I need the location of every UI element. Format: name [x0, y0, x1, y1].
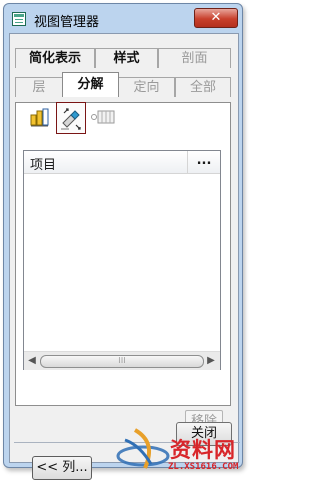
grip-icon: ⁝⁝⁝	[118, 356, 126, 365]
app-icon	[12, 12, 26, 26]
items-list[interactable]: 项目 ... ◀ ⁝⁝⁝ ▶	[23, 150, 221, 370]
list-column-header[interactable]: 项目 ...	[24, 151, 220, 174]
title-bar[interactable]: 视图管理器 ✕	[4, 4, 242, 34]
window-title: 视图管理器	[34, 15, 100, 30]
watermark-logo-icon	[115, 420, 171, 476]
tab-layer[interactable]: 层	[15, 77, 63, 97]
column-header-items[interactable]: 项目	[30, 154, 56, 173]
tab-orientation[interactable]: 定向	[118, 77, 175, 97]
explode-state-icon[interactable]	[28, 106, 50, 128]
scrollbar-thumb[interactable]: ⁝⁝⁝	[40, 355, 204, 368]
column-divider	[187, 151, 188, 173]
tab-section[interactable]: 剖面	[158, 48, 231, 68]
tab-all[interactable]: 全部	[175, 77, 231, 97]
columns-button[interactable]: << 列...	[32, 456, 92, 480]
toggle-status-icon[interactable]	[90, 108, 116, 130]
scroll-right-icon[interactable]: ▶	[204, 355, 218, 367]
window-close-button[interactable]: ✕	[194, 8, 238, 28]
view-manager-window: 视图管理器 ✕ 简化表示 样式 剖面 层 定向 全部 分解 项目 ... ◀ ⁝…	[3, 3, 243, 480]
window-client-area: 简化表示 样式 剖面 层 定向 全部 分解 项目 ... ◀ ⁝⁝⁝ ▶ << …	[9, 33, 240, 480]
watermark-site-name: 资料网	[170, 438, 236, 462]
close-icon: ✕	[210, 10, 222, 25]
tab-style[interactable]: 样式	[95, 48, 158, 68]
tab-explode[interactable]: 分解	[62, 72, 119, 97]
column-options-button[interactable]: ...	[190, 153, 218, 168]
edit-position-icon[interactable]	[56, 102, 86, 134]
tab-simplified-rep[interactable]: 简化表示	[15, 48, 95, 68]
watermark-url: ZL.XS1616.COM	[168, 462, 239, 472]
scroll-left-icon[interactable]: ◀	[25, 355, 39, 367]
horizontal-scrollbar[interactable]: ◀ ⁝⁝⁝ ▶	[24, 351, 220, 370]
